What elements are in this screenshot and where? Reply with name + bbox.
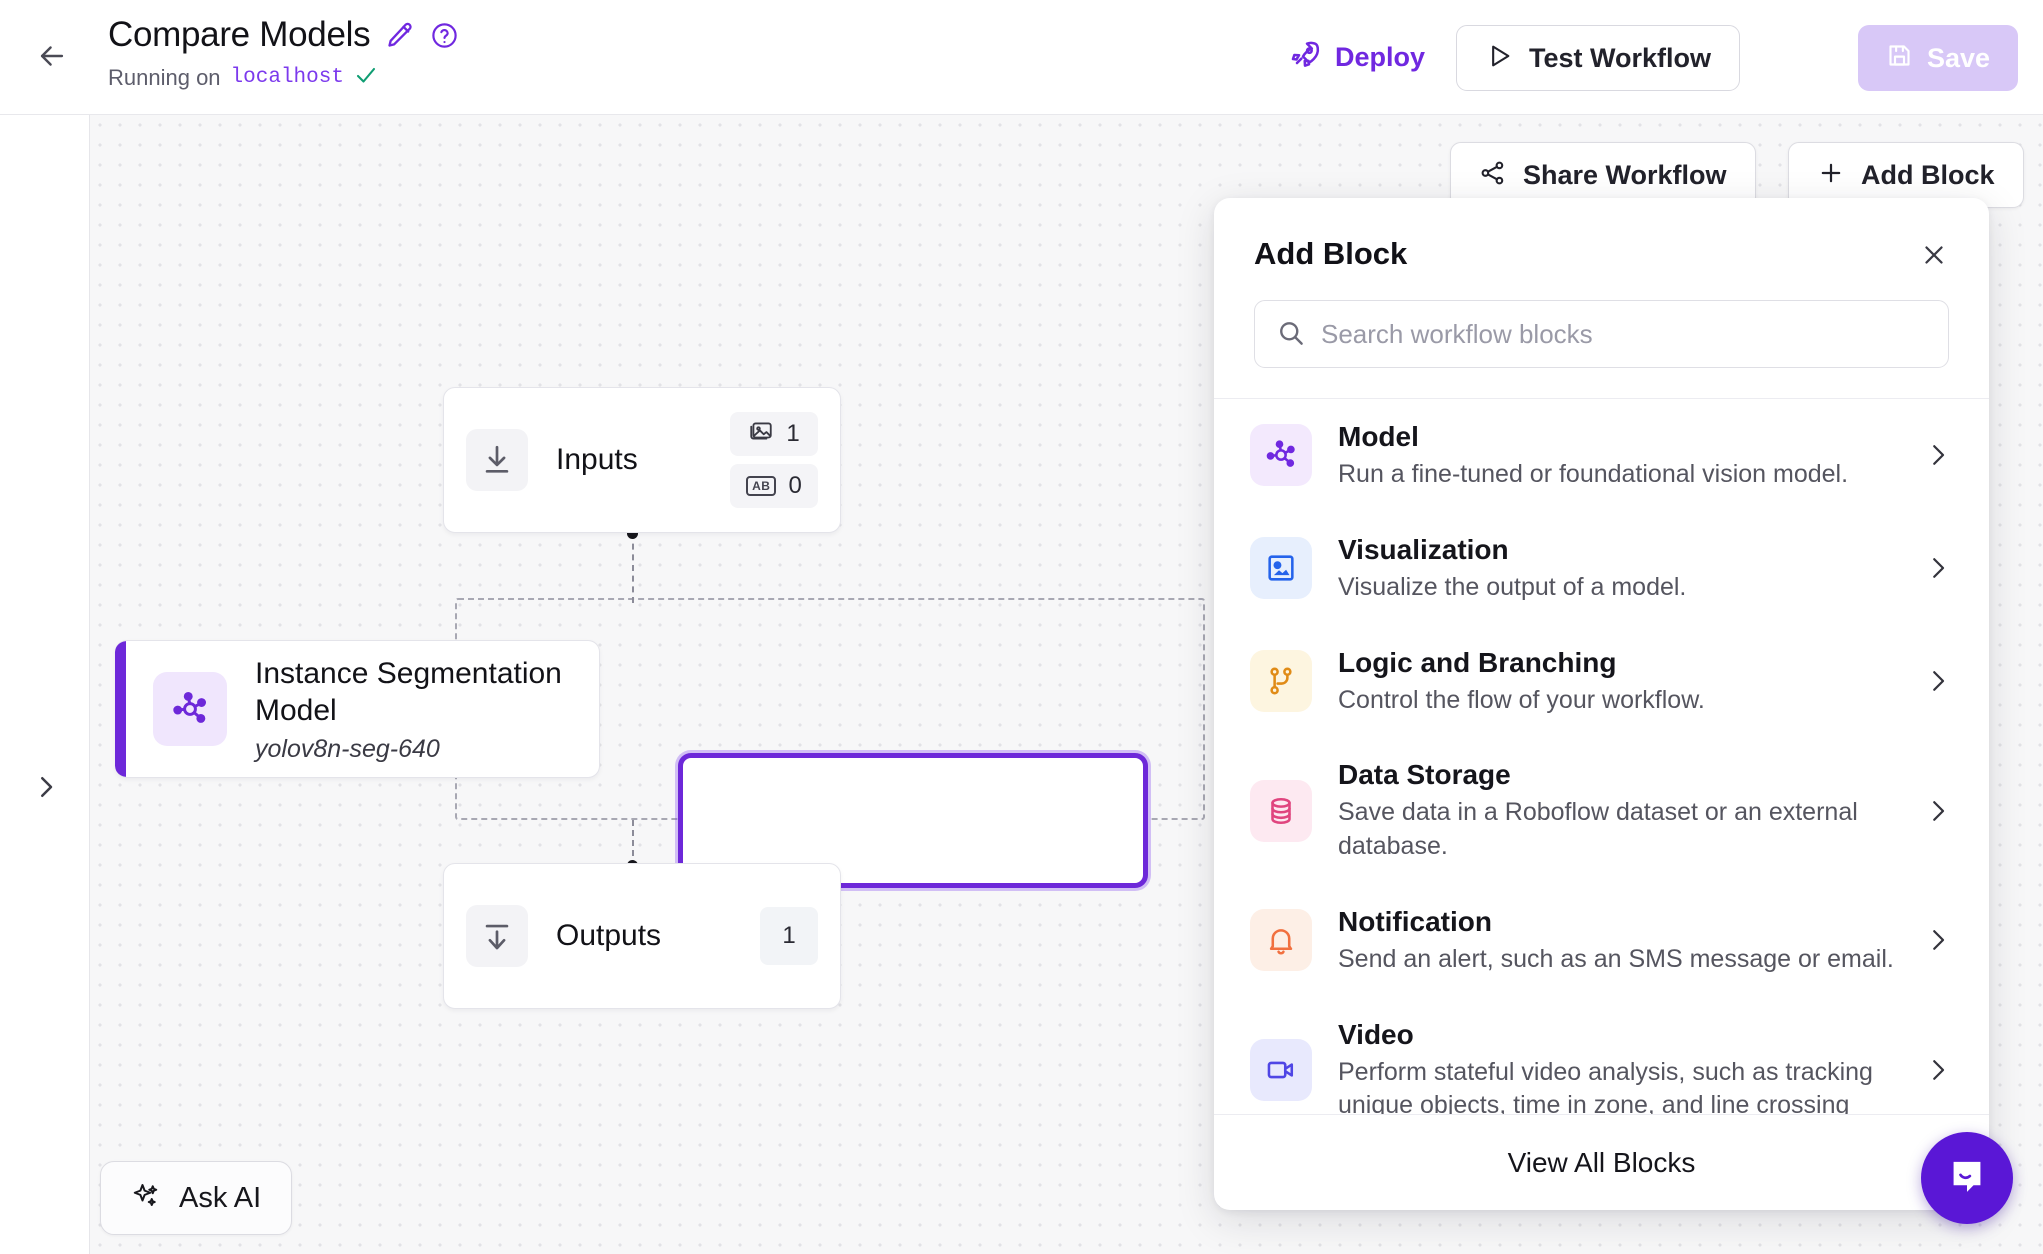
close-icon[interactable] <box>1915 236 1953 274</box>
block-list: Model Run a fine-tuned or foundational v… <box>1214 399 1989 1114</box>
add-block-panel-header: Add Block <box>1214 198 1989 272</box>
chevron-right-icon <box>1923 440 1953 470</box>
block-row-video[interactable]: Video Perform stateful video analysis, s… <box>1214 997 1989 1115</box>
search-input[interactable] <box>1254 300 1949 368</box>
floppy-disk-icon <box>1886 42 1913 74</box>
chevron-right-icon <box>1923 1055 1953 1085</box>
model-nodes-icon <box>153 672 227 746</box>
chevron-right-icon <box>1923 925 1953 955</box>
ask-ai-label: Ask AI <box>179 1181 262 1214</box>
download-icon <box>466 429 528 491</box>
deploy-button[interactable]: Deploy <box>1279 28 1435 86</box>
node-outputs[interactable]: Outputs 1 <box>443 863 841 1009</box>
block-description: Run a fine-tuned or foundational vision … <box>1338 460 1849 488</box>
pencil-icon[interactable] <box>386 21 414 49</box>
inputs-text-count: 0 <box>788 472 802 499</box>
block-name: Data Storage <box>1338 759 1511 791</box>
plus-icon <box>1817 159 1845 192</box>
chevron-right-icon <box>1923 666 1953 696</box>
model-node-subtitle: yolov8n-seg-640 <box>255 734 440 763</box>
search-container <box>1254 300 1949 368</box>
block-name: Video <box>1338 1018 1414 1050</box>
chevron-right-icon <box>1923 553 1953 583</box>
save-label: Save <box>1926 42 1990 73</box>
play-icon <box>1485 42 1513 75</box>
chevron-right-icon <box>1923 796 1953 826</box>
node-outputs-title: Outputs <box>556 919 662 952</box>
image-icon <box>748 418 774 451</box>
node-instance-segmentation-model[interactable]: Instance Segmentation Model yolov8n-seg-… <box>115 640 600 778</box>
model-node-title: Instance Segmentation Model <box>255 656 562 728</box>
block-description: Send an alert, such as an SMS message or… <box>1338 944 1894 973</box>
block-row-logic-and-branching[interactable]: Logic and Branching Control the flow of … <box>1214 625 1989 738</box>
view-all-blocks-label: View All Blocks <box>1507 1146 1696 1178</box>
node-inputs-title: Inputs <box>556 443 638 476</box>
check-icon <box>354 63 378 92</box>
arrow-left-icon <box>35 39 69 78</box>
node-inputs[interactable]: Inputs 1 AB 0 <box>443 387 841 533</box>
block-name: Logic and Branching <box>1338 646 1617 678</box>
block-description: Perform stateful video analysis, such as… <box>1338 1057 1873 1115</box>
chat-bubble-icon <box>1944 1153 1990 1204</box>
ask-ai-button[interactable]: Ask AI <box>100 1161 293 1235</box>
inputs-image-count: 1 <box>786 420 800 447</box>
expand-left-panel-button[interactable] <box>27 770 65 808</box>
block-name: Visualization <box>1338 533 1509 565</box>
add-block-label: Add Block <box>1861 159 1995 190</box>
host-value: localhost <box>230 66 344 89</box>
video-camera-icon <box>1250 1038 1312 1101</box>
block-row-data-storage[interactable]: Data Storage Save data in a Roboflow dat… <box>1214 737 1989 884</box>
ab-text-icon: AB <box>746 476 777 496</box>
page-title: Compare Models <box>108 15 371 54</box>
add-block-panel: Add Block Model Run a fine-tuned or foun… <box>1214 198 1989 1210</box>
database-icon <box>1250 779 1312 842</box>
test-workflow-label: Test Workflow <box>1528 42 1711 73</box>
search-icon <box>1276 318 1306 353</box>
rocket-icon <box>1289 39 1321 76</box>
block-description: Visualize the output of a model. <box>1338 572 1687 601</box>
block-row-visualization[interactable]: Visualization Visualize the output of a … <box>1214 512 1989 625</box>
title-area: Compare Models Running on localhost <box>108 14 459 92</box>
share-workflow-label: Share Workflow <box>1523 159 1727 190</box>
block-name: Notification <box>1338 905 1492 937</box>
block-description: Save data in a Roboflow dataset or an ex… <box>1338 798 1858 860</box>
save-button[interactable]: Save <box>1857 25 2018 91</box>
running-on-label: Running on <box>108 64 221 90</box>
left-rail <box>0 115 90 1254</box>
share-nodes-icon <box>1479 159 1507 192</box>
question-circle-icon[interactable] <box>430 21 459 50</box>
add-block-panel-title: Add Block <box>1254 236 1408 271</box>
back-button[interactable] <box>30 38 74 78</box>
sparkles-icon <box>131 1181 161 1216</box>
chevron-right-icon <box>31 772 61 807</box>
upload-export-icon <box>466 905 528 967</box>
block-row-notification[interactable]: Notification Send an alert, such as an S… <box>1214 884 1989 997</box>
git-branch-icon <box>1250 649 1312 712</box>
image-square-icon <box>1250 537 1312 600</box>
block-name: Model <box>1338 421 1419 452</box>
bell-icon <box>1250 909 1312 972</box>
outputs-count-badge: 1 <box>760 907 818 965</box>
test-workflow-button[interactable]: Test Workflow <box>1455 25 1740 91</box>
block-row-model[interactable]: Model Run a fine-tuned or foundational v… <box>1214 399 1989 512</box>
deploy-label: Deploy <box>1334 41 1425 72</box>
top-bar: Compare Models Running on localhost Depl… <box>0 0 2043 115</box>
edge-inputs-to-group <box>632 533 634 603</box>
chat-launcher-button[interactable] <box>1921 1132 2013 1224</box>
inputs-image-badge: 1 <box>730 412 818 456</box>
inputs-text-badge: AB 0 <box>730 464 818 508</box>
block-description: Control the flow of your workflow. <box>1338 685 1705 714</box>
view-all-blocks-button[interactable]: View All Blocks <box>1214 1114 1989 1210</box>
model-nodes-icon <box>1250 424 1312 487</box>
